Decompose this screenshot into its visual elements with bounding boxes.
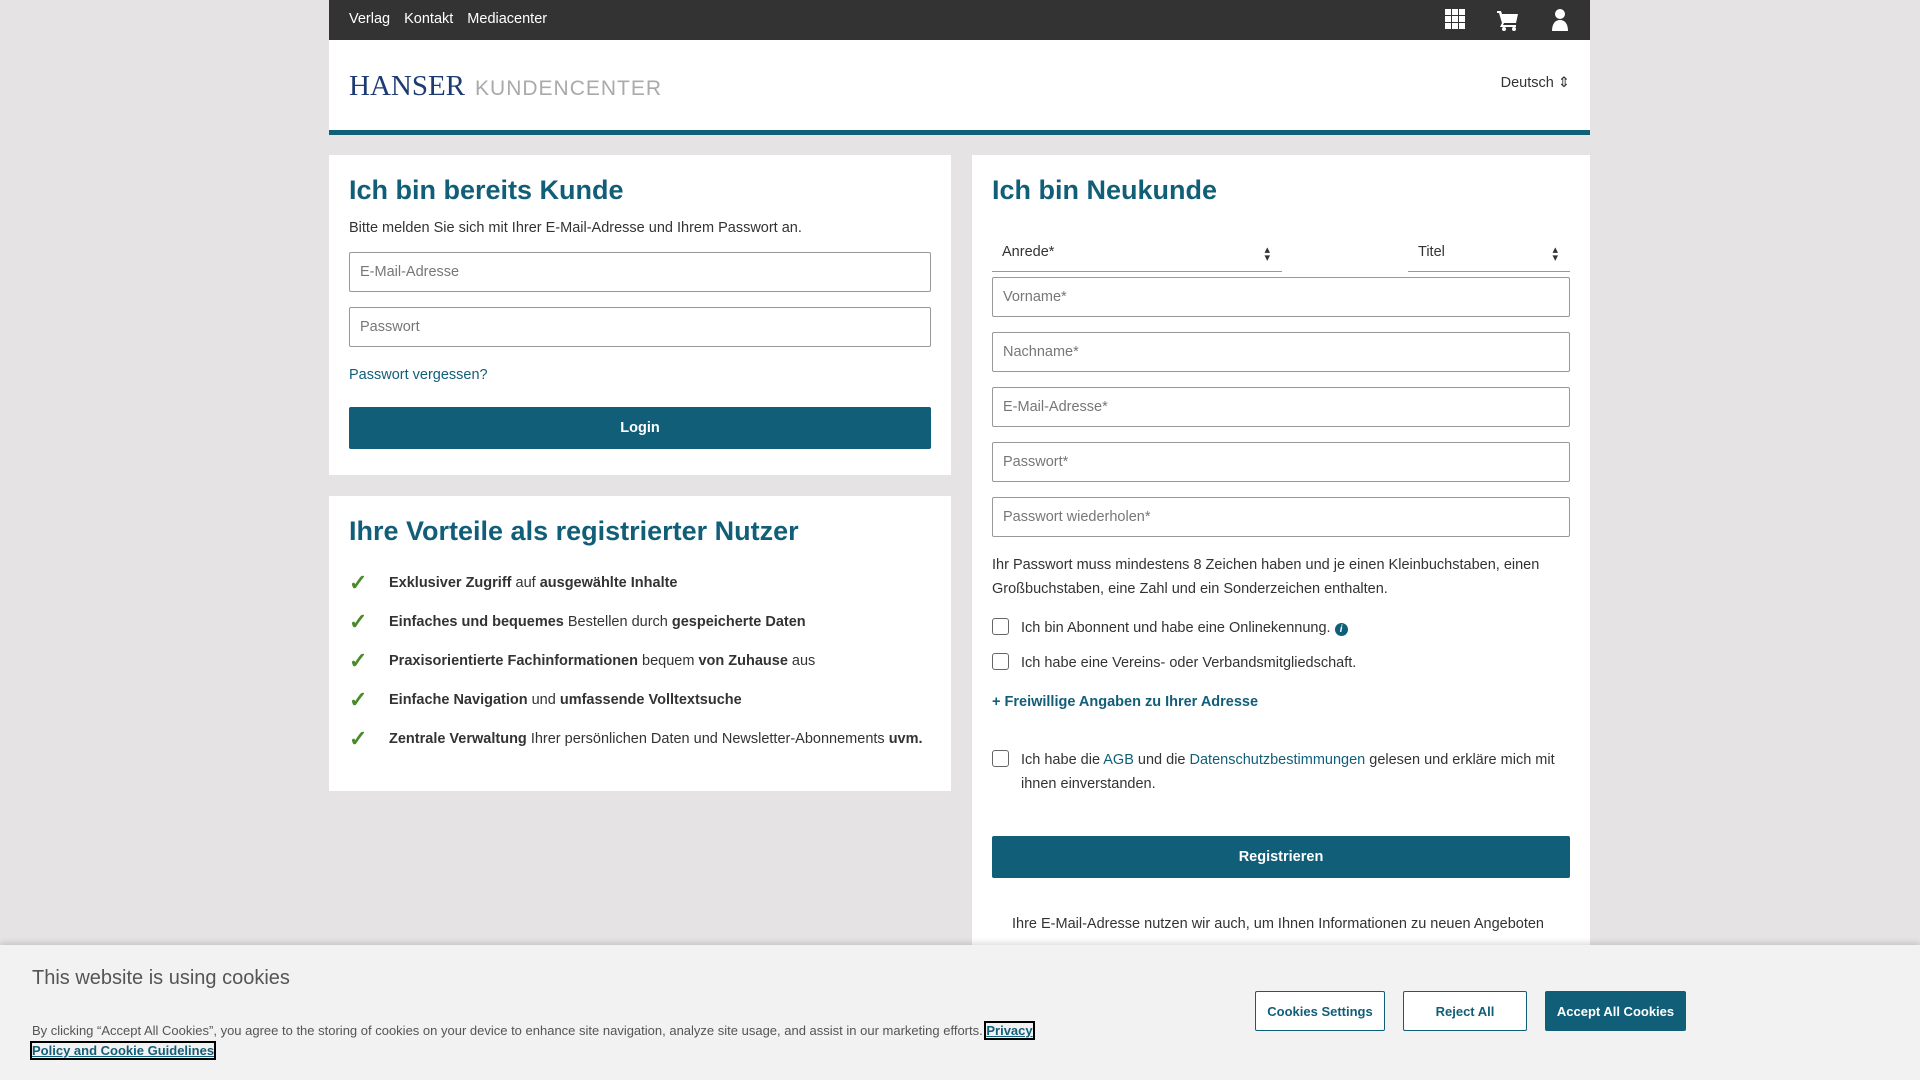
cookies-settings-button[interactable]: Cookies Settings bbox=[1255, 991, 1385, 1031]
reject-all-button[interactable]: Reject All bbox=[1403, 991, 1527, 1031]
agb-checkbox[interactable] bbox=[992, 750, 1009, 767]
plus-icon: + bbox=[992, 694, 1005, 710]
language-select[interactable]: Deutsch ⇕ bbox=[1501, 75, 1570, 91]
benefit-item: ✓ Einfache Navigation und umfassende Voll… bbox=[349, 680, 931, 719]
cookie-title: This website is using cookies bbox=[32, 967, 290, 989]
top-bar: Verlag Kontakt Mediacenter bbox=[329, 0, 1590, 40]
cart-icon[interactable] bbox=[1496, 8, 1520, 32]
check-icon: ✓ bbox=[349, 725, 368, 751]
benefit-text: Einfache Navigation und umfassende Vollt… bbox=[389, 692, 742, 708]
benefit-text-part: uvm. bbox=[888, 730, 923, 747]
check-icon: ✓ bbox=[349, 569, 368, 595]
benefit-text-part: Zentrale Verwaltung bbox=[389, 730, 527, 747]
optional-address-toggle[interactable]: + Freiwillige Angaben zu Ihrer Adresse bbox=[992, 694, 1570, 710]
password-hint: Ihr Passwort muss mindestens 8 Zeichen h… bbox=[992, 557, 1540, 597]
chevron-updown-icon: ⇕ bbox=[1557, 75, 1570, 91]
cookie-text: By clicking “Accept All Cookies”, you ag… bbox=[30, 1021, 1042, 1061]
nav-kontakt[interactable]: Kontakt bbox=[404, 11, 453, 27]
login-intro: Bitte melden Sie sich mit Ihrer E-Mail-A… bbox=[349, 220, 802, 236]
site-header: HANSER KUNDENCENTER Deutsch ⇕ bbox=[329, 40, 1590, 135]
cookie-banner: This website is using cookies By clickin… bbox=[0, 945, 1920, 1080]
subscriber-checkbox[interactable] bbox=[992, 618, 1009, 635]
benefit-item: ✓ Praxisorientierte Fachinformationen beq… bbox=[349, 641, 931, 680]
benefit-text: Praxisorientierte Fachinformationen bequ… bbox=[389, 653, 815, 669]
optional-address-label: Freiwillige Angaben zu Ihrer Adresse bbox=[1004, 694, 1259, 710]
member-label: Ich habe eine Vereins- oder Verbandsmitg… bbox=[1021, 655, 1357, 671]
benefit-text: Exklusiver Zugriff auf ausgewählte Inhal… bbox=[389, 575, 678, 591]
member-checkbox[interactable] bbox=[992, 653, 1009, 670]
forgot-password-link[interactable]: Passwort vergessen? bbox=[349, 367, 931, 383]
login-title: Ich bin bereits Kunde bbox=[349, 175, 624, 205]
password-input[interactable] bbox=[992, 442, 1570, 482]
register-card: Ich bin Neukunde Anrede* ▴▾ Titel ▴▾ Ihr P… bbox=[972, 155, 1590, 1055]
benefit-text-part: Ihrer persönlichen Daten und Newsletter-… bbox=[526, 730, 889, 747]
accept-all-button[interactable]: Accept All Cookies bbox=[1545, 991, 1686, 1031]
member-checkbox-row[interactable]: Ich habe eine Vereins- oder Verbandsmitg… bbox=[992, 651, 1570, 675]
register-title: Ich bin Neukunde bbox=[992, 175, 1218, 205]
benefit-item: ✓ Exklusiver Zugriff auf ausgewählte Inha… bbox=[349, 563, 931, 602]
nav-mediacenter[interactable]: Mediacenter bbox=[467, 11, 547, 27]
benefit-item: ✓ Zentrale Verwaltung Ihrer persönlichen … bbox=[349, 719, 931, 758]
salutation-select[interactable]: Anrede* ▴ ▾ bbox=[992, 240, 1282, 272]
check-icon: ✓ bbox=[349, 608, 368, 634]
user-icon[interactable] bbox=[1550, 8, 1570, 32]
benefit-text-part: Einfaches und bequemes bbox=[389, 613, 564, 630]
email-input[interactable] bbox=[992, 387, 1570, 427]
benefits-title: Ihre Vorteile als registrierter Nutzer bbox=[349, 516, 799, 546]
subscriber-checkbox-row[interactable]: Ich bin Abonnent und habe eine Onlineken… bbox=[992, 616, 1570, 640]
cookie-description: By clicking “Accept All Cookies”, you ag… bbox=[32, 1023, 983, 1038]
benefit-text-part: bequem bbox=[637, 652, 699, 669]
password-repeat-input[interactable] bbox=[992, 497, 1570, 537]
agb-text: Ich habe die bbox=[1021, 752, 1104, 768]
login-card: Ich bin bereits Kunde Bitte melden Sie s… bbox=[329, 155, 951, 475]
login-email-input[interactable] bbox=[349, 252, 931, 292]
title-value: Titel bbox=[1418, 244, 1445, 260]
chevron-updown-icon: ▴ ▾ bbox=[1552, 244, 1558, 264]
language-label: Deutsch bbox=[1500, 75, 1554, 91]
benefit-text-part: gespeicherte Daten bbox=[671, 613, 806, 630]
grid-icon[interactable] bbox=[1444, 8, 1466, 30]
agb-text: und die bbox=[1133, 752, 1190, 768]
email-footnote: Ihre E-Mail-Adresse nutzen wir auch, um … bbox=[1012, 916, 1544, 932]
benefits-card: Ihre Vorteile als registrierter Nutzer ✓… bbox=[329, 496, 951, 791]
salutation-value: Anrede* bbox=[1002, 244, 1055, 260]
benefit-text-part: Einfache Navigation bbox=[389, 691, 528, 708]
login-password-input[interactable] bbox=[349, 307, 931, 347]
benefit-text-part: auf bbox=[511, 574, 540, 591]
benefit-text-part: aus bbox=[787, 652, 816, 669]
benefit-text-part: von Zuhause bbox=[698, 652, 788, 669]
benefit-text-part: Praxisorientierte Fachinformationen bbox=[389, 652, 638, 669]
check-icon: ✓ bbox=[349, 647, 368, 673]
benefit-text-part: Bestellen durch bbox=[563, 613, 672, 630]
benefit-text: Einfaches und bequemes Bestellen durch g… bbox=[389, 614, 806, 630]
nav-verlag[interactable]: Verlag bbox=[349, 11, 390, 27]
chevron-updown-icon: ▴ ▾ bbox=[1264, 244, 1270, 264]
info-icon[interactable]: i bbox=[1334, 623, 1348, 636]
register-button[interactable]: Registrieren bbox=[992, 836, 1570, 878]
login-button[interactable]: Login bbox=[349, 407, 931, 449]
logo-brand: HANSER bbox=[349, 70, 466, 102]
agb-checkbox-row[interactable]: Ich habe die AGB und die Datenschutzbest… bbox=[992, 748, 1570, 796]
subscriber-label: Ich bin Abonnent und habe eine Onlineken… bbox=[1021, 620, 1331, 636]
benefit-text-part: Exklusiver Zugriff bbox=[389, 574, 512, 591]
benefit-text-part: umfassende Volltextsuche bbox=[559, 691, 742, 708]
check-icon: ✓ bbox=[349, 686, 368, 712]
benefit-text: Zentrale Verwaltung Ihrer persönlichen D… bbox=[389, 731, 923, 747]
benefit-item: ✓ Einfaches und bequemes Bestellen durch … bbox=[349, 602, 931, 641]
firstname-input[interactable] bbox=[992, 277, 1570, 317]
agb-link[interactable]: AGB bbox=[1103, 752, 1134, 768]
hanser-logo[interactable]: HANSER KUNDENCENTER bbox=[349, 70, 662, 103]
benefit-text-part: ausgewählte Inhalte bbox=[539, 574, 678, 591]
benefits-list: ✓ Exklusiver Zugriff auf ausgewählte Inha… bbox=[349, 563, 931, 758]
logo-sub: KUNDENCENTER bbox=[475, 77, 663, 100]
benefit-text-part: und bbox=[527, 691, 560, 708]
lastname-input[interactable] bbox=[992, 332, 1570, 372]
privacy-link[interactable]: Datenschutzbestimmungen bbox=[1190, 752, 1366, 768]
title-select[interactable]: Titel ▴ ▾ bbox=[1408, 240, 1570, 272]
